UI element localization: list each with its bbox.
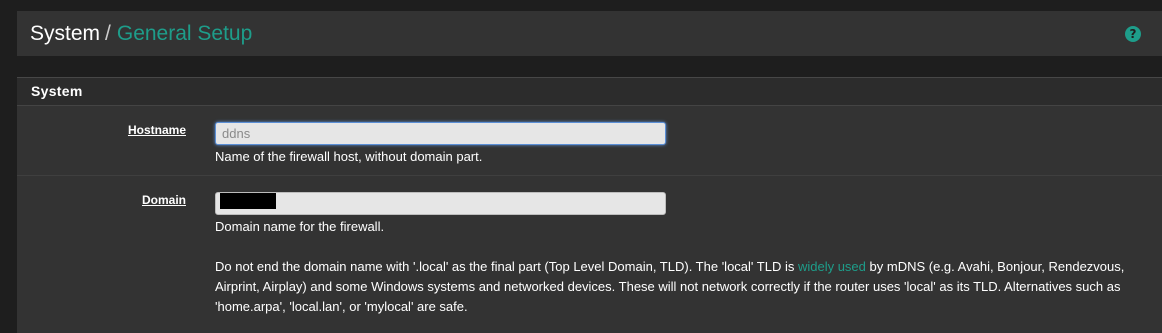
hostname-row: Hostname Name of the firewall host, with…: [17, 106, 1162, 176]
panel-title: System: [17, 78, 1162, 106]
domain-note-part1: Do not end the domain name with '.local'…: [215, 259, 795, 274]
breadcrumb: System / General Setup: [30, 21, 252, 47]
hostname-help-text: Name of the firewall host, without domai…: [215, 149, 483, 164]
redacted-domain-value: [220, 193, 276, 209]
hostname-input[interactable]: [215, 122, 666, 145]
domain-row: Domain Domain name for the firewall. Do …: [17, 176, 1162, 324]
domain-label: Domain: [141, 193, 186, 207]
breadcrumb-system[interactable]: System: [30, 22, 100, 45]
system-panel: System Hostname Name of the firewall hos…: [17, 77, 1162, 333]
domain-input[interactable]: [215, 192, 666, 215]
domain-tld-note: Do not end the domain name with '.local'…: [215, 257, 1150, 317]
question-circle-icon[interactable]: ?: [1125, 26, 1141, 42]
hostname-label: Hostname: [127, 123, 186, 137]
domain-help-text: Domain name for the firewall.: [215, 219, 385, 234]
breadcrumb-general-setup[interactable]: General Setup: [117, 22, 252, 45]
widely-used-link[interactable]: widely used: [798, 259, 866, 274]
breadcrumb-separator: /: [105, 22, 111, 45]
page-header: System / General Setup ?: [17, 11, 1162, 56]
